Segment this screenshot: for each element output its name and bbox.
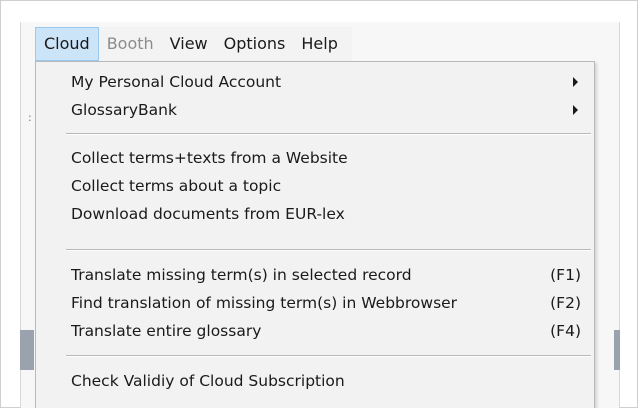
menu-item-shortcut: (F4)	[550, 322, 581, 340]
menu-view[interactable]: View	[162, 27, 216, 61]
menu-item-label: Find translation of missing term(s) in W…	[71, 294, 458, 312]
menu-item-translate-missing-terms[interactable]: Translate missing term(s) in selected re…	[36, 261, 594, 289]
menu-booth[interactable]: Booth	[99, 27, 162, 61]
menu-separator	[66, 355, 591, 357]
menu-bar: Cloud Booth View Options Help	[35, 27, 352, 61]
menu-item-label: My Personal Cloud Account	[71, 73, 282, 91]
menu-item-find-translation-webbrowser[interactable]: Find translation of missing term(s) in W…	[36, 289, 594, 317]
submenu-arrow-icon	[573, 77, 578, 87]
menu-item-label: Collect terms+texts from a Website	[71, 149, 348, 167]
menu-separator	[66, 249, 591, 251]
menu-item-label: GlossaryBank	[71, 101, 177, 119]
menu-item-shortcut: (F2)	[550, 294, 581, 312]
menu-item-shortcut: (F1)	[550, 266, 581, 284]
screenshot-stage: : Cloud Booth View Options Help My Perso…	[0, 0, 638, 408]
menu-separator	[66, 133, 591, 135]
menu-item-check-cloud-subscription[interactable]: Check Validiy of Cloud Subscription	[36, 367, 594, 395]
menu-item-label: Collect terms about a topic	[71, 177, 282, 195]
background-tick-mark: :	[28, 111, 32, 124]
menu-item-collect-terms-texts-website[interactable]: Collect terms+texts from a Website	[36, 144, 594, 172]
menu-item-collect-terms-topic[interactable]: Collect terms about a topic	[36, 172, 594, 200]
cloud-dropdown-menu: My Personal Cloud Account GlossaryBank C…	[35, 61, 595, 408]
menu-item-label: Download documents from EUR-lex	[71, 205, 345, 223]
menu-item-translate-entire-glossary[interactable]: Translate entire glossary (F4)	[36, 317, 594, 345]
menu-item-label: Translate missing term(s) in selected re…	[71, 266, 412, 284]
menu-item-label: Check Validiy of Cloud Subscription	[71, 372, 345, 390]
menu-item-download-eur-lex[interactable]: Download documents from EUR-lex	[36, 200, 594, 228]
background-selected-strip-right	[614, 330, 620, 370]
menu-help[interactable]: Help	[293, 27, 345, 61]
submenu-arrow-icon	[573, 105, 578, 115]
menu-item-label: Translate entire glossary	[71, 322, 262, 340]
menu-item-glossarybank[interactable]: GlossaryBank	[36, 96, 594, 124]
menu-item-personal-cloud-account[interactable]: My Personal Cloud Account	[36, 68, 594, 96]
menu-cloud[interactable]: Cloud	[35, 27, 99, 61]
background-selected-strip	[20, 330, 34, 370]
menu-options[interactable]: Options	[216, 27, 294, 61]
